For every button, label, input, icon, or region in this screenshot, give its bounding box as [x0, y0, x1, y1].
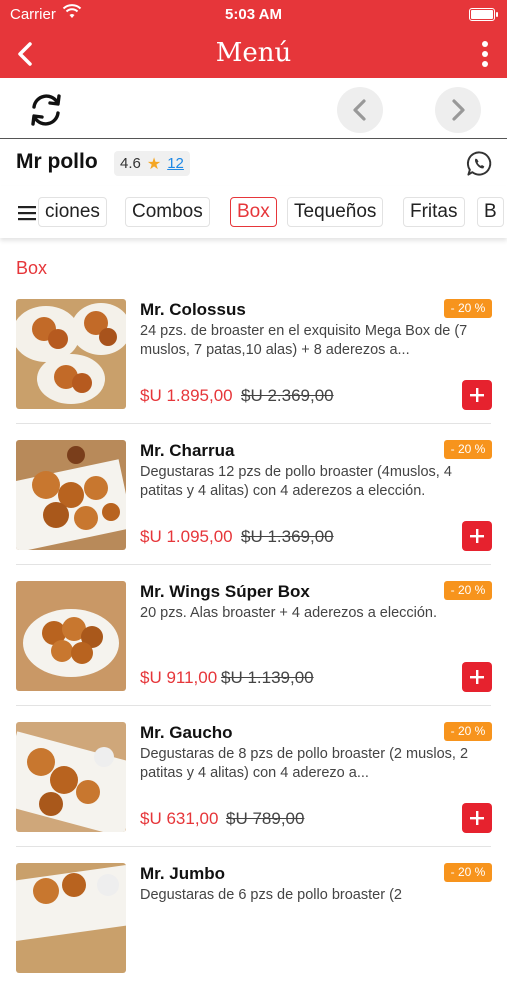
product-image	[16, 581, 126, 691]
add-button[interactable]	[462, 662, 492, 692]
battery-icon	[469, 8, 498, 21]
product-description: 24 pzs. de broaster en el exquisito Mega…	[140, 323, 468, 358]
store-name: Mr pollo	[16, 150, 98, 173]
plus-icon	[470, 529, 484, 543]
divider	[16, 564, 491, 565]
old-price: $U 2.369,00	[241, 386, 334, 405]
store-header: Mr pollo 4.6 ★ 12	[0, 140, 507, 184]
star-icon: ★	[146, 155, 162, 173]
chevron-right-icon	[452, 99, 465, 121]
tab-tequenos[interactable]: Tequeños	[287, 197, 384, 227]
section-title: Box	[16, 258, 48, 278]
page-title: Menú	[215, 38, 292, 68]
product-description: Degustaras de 6 pzs de pollo broaster (2	[140, 887, 402, 903]
tab-combos[interactable]: Combos	[125, 197, 210, 227]
discount-badge: - 20 %	[444, 440, 492, 459]
product-description: Degustaras de 8 pzs de pollo broaster (2…	[140, 746, 469, 781]
divider	[16, 423, 491, 424]
status-time: 5:03 AM	[225, 6, 282, 23]
product-name: Mr. Gaucho	[140, 723, 233, 742]
more-vertical-icon[interactable]	[481, 40, 489, 68]
product-image	[16, 722, 126, 832]
product-name: Mr. Jumbo	[140, 864, 226, 883]
toolbar	[0, 78, 507, 139]
price: $U 631,00	[140, 809, 219, 828]
product-image	[16, 440, 126, 550]
discount-badge: - 20 %	[444, 581, 492, 600]
divider	[16, 705, 491, 706]
product-description: Degustaras 12 pzs de pollo broaster (4mu…	[140, 464, 452, 499]
product-image	[16, 299, 126, 409]
list-item[interactable]: Mr. Gaucho - 20 % Degustaras de 8 pzs de…	[0, 707, 507, 847]
status-bar: Carrier 5:03 AM	[0, 0, 507, 30]
add-button[interactable]	[462, 521, 492, 551]
old-price: $U 789,00	[226, 809, 305, 828]
price: $U 1.095,00	[140, 527, 233, 546]
rating-value: 4.6	[120, 155, 141, 172]
discount-badge: - 20 %	[444, 722, 492, 741]
product-image	[16, 863, 126, 973]
product-name: Mr. Wings Súper Box	[140, 582, 310, 601]
list-item[interactable]: Mr. Charrua - 20 % Degustaras 12 pzs de …	[0, 425, 507, 565]
chevron-left-icon	[353, 99, 366, 121]
hamburger-icon[interactable]	[18, 205, 38, 221]
next-button[interactable]	[435, 87, 481, 133]
refresh-icon[interactable]	[26, 90, 66, 130]
list-item[interactable]: Mr. Jumbo - 20 % Degustaras de 6 pzs de …	[0, 848, 507, 988]
tab-promociones[interactable]: ciones	[38, 197, 107, 227]
previous-button[interactable]	[337, 87, 383, 133]
nav-bar: Menú	[0, 30, 507, 78]
price: $U 1.895,00	[140, 386, 233, 405]
discount-badge: - 20 %	[444, 299, 492, 318]
old-price: $U 1.369,00	[241, 527, 334, 546]
old-price: $U 1.139,00	[221, 668, 314, 687]
plus-icon	[470, 811, 484, 825]
discount-badge: - 20 %	[444, 863, 492, 882]
whatsapp-icon[interactable]	[466, 150, 493, 177]
list-item[interactable]: Mr. Colossus - 20 % 24 pzs. de broaster …	[0, 284, 507, 424]
product-name: Mr. Charrua	[140, 441, 235, 460]
reviews-link[interactable]: 12	[167, 155, 184, 172]
product-description: 20 pzs. Alas broaster + 4 aderezos a ele…	[140, 605, 438, 621]
plus-icon	[470, 388, 484, 402]
add-button[interactable]	[462, 803, 492, 833]
divider	[16, 846, 491, 847]
tab-more[interactable]: B	[477, 197, 504, 227]
add-button[interactable]	[462, 380, 492, 410]
price: $U 911,00	[140, 668, 218, 687]
product-name: Mr. Colossus	[140, 300, 246, 319]
category-tabs: ciones Combos Box Tequeños Fritas B	[0, 186, 507, 238]
tab-fritas[interactable]: Fritas	[403, 197, 465, 227]
rating-chip: 4.6 ★ 12	[114, 151, 190, 176]
list-item[interactable]: Mr. Wings Súper Box - 20 % 20 pzs. Alas …	[0, 566, 507, 706]
tab-box[interactable]: Box	[230, 197, 277, 227]
plus-icon	[470, 670, 484, 684]
